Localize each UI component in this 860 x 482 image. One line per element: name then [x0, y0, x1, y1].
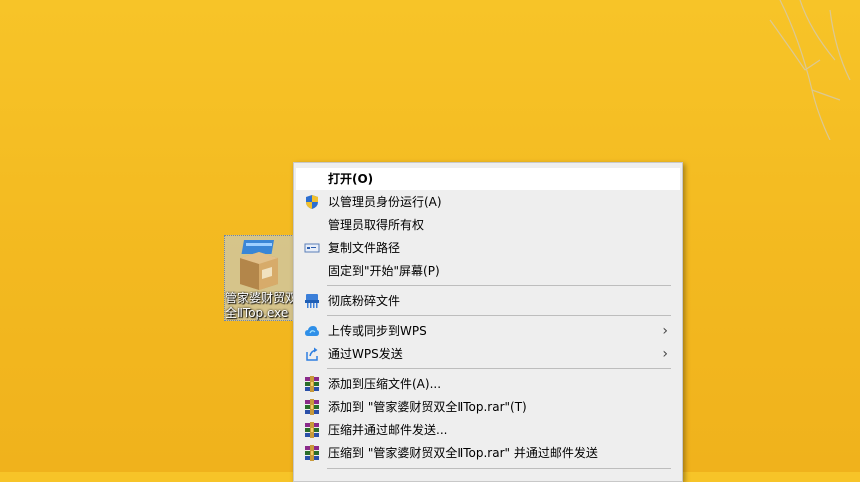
- desktop-file-icon[interactable]: 管家婆财贸双 全ⅡTop.exe: [224, 235, 295, 321]
- menu-item-compress-to-rar-and-email[interactable]: 压缩到 "管家婆财贸双全ⅡTop.rar" 并通过邮件发送: [296, 442, 680, 464]
- wps-cloud-icon: [305, 326, 319, 336]
- menu-item-label: 以管理员身份运行(A): [328, 195, 442, 209]
- menu-item-compress-and-email[interactable]: 压缩并通过邮件发送...: [296, 419, 680, 441]
- menu-item-label: 压缩并通过邮件发送...: [328, 423, 448, 437]
- menu-item-label: 压缩到 "管家婆财贸双全ⅡTop.rar" 并通过邮件发送: [328, 446, 598, 460]
- winrar-icon: [305, 399, 319, 415]
- desktop-file-label-line1: 管家婆财贸双: [225, 291, 295, 305]
- winrar-icon: [305, 376, 319, 392]
- menu-separator: [327, 285, 671, 286]
- menu-item-label: 固定到"开始"屏幕(P): [328, 264, 440, 278]
- package-box-icon: [240, 240, 278, 290]
- menu-item-add-to-named-rar[interactable]: 添加到 "管家婆财贸双全ⅡTop.rar"(T): [296, 396, 680, 418]
- menu-item-label: 彻底粉碎文件: [328, 294, 401, 308]
- winrar-icon: [305, 422, 319, 438]
- winrar-icon: [305, 445, 319, 461]
- copy-path-icon: [304, 243, 320, 253]
- menu-item-label: 添加到 "管家婆财贸双全ⅡTop.rar"(T): [328, 400, 527, 414]
- submenu-chevron-icon: ›: [662, 323, 668, 339]
- menu-item-run-as-admin[interactable]: 以管理员身份运行(A): [296, 191, 680, 213]
- menu-separator: [327, 468, 671, 469]
- menu-item-copy-path[interactable]: 复制文件路径: [296, 237, 680, 259]
- menu-item-label: 添加到压缩文件(A)...: [328, 377, 442, 391]
- submenu-chevron-icon: ›: [662, 346, 668, 362]
- desktop[interactable]: 管家婆财贸双 全ⅡTop.exe 打开(O) 以管理员身份运行(A) 管理员取得…: [0, 0, 860, 482]
- desktop-file-label-line2: 全ⅡTop.exe: [225, 306, 289, 320]
- menu-item-open[interactable]: 打开(O): [296, 168, 680, 190]
- menu-separator: [327, 368, 671, 369]
- menu-item-label: 复制文件路径: [328, 241, 401, 255]
- context-menu: 打开(O) 以管理员身份运行(A) 管理员取得所有权 复制文件路径 固定到"开始…: [293, 162, 683, 482]
- uac-shield-icon: [306, 195, 318, 209]
- menu-item-label: 上传或同步到WPS: [328, 324, 427, 338]
- menu-item-pin-to-start[interactable]: 固定到"开始"屏幕(P): [296, 260, 680, 282]
- menu-item-send-via-wps[interactable]: 通过WPS发送 ›: [296, 343, 680, 365]
- menu-item-label: 通过WPS发送: [328, 347, 403, 361]
- shredder-icon: [305, 294, 319, 308]
- menu-item-add-to-archive[interactable]: 添加到压缩文件(A)...: [296, 373, 680, 395]
- wallpaper-twigs: [769, 0, 851, 140]
- menu-item-label: 管理员取得所有权: [328, 218, 425, 232]
- desktop-file-label: 管家婆财贸双 全ⅡTop.exe: [225, 291, 295, 321]
- menu-item-shred-file[interactable]: 彻底粉碎文件: [296, 290, 680, 312]
- menu-item-wps-upload-sync[interactable]: 上传或同步到WPS ›: [296, 320, 680, 342]
- share-icon: [306, 347, 318, 361]
- menu-item-label: 打开(O): [328, 172, 374, 186]
- menu-item-take-ownership[interactable]: 管理员取得所有权: [296, 214, 680, 236]
- menu-separator: [327, 315, 671, 316]
